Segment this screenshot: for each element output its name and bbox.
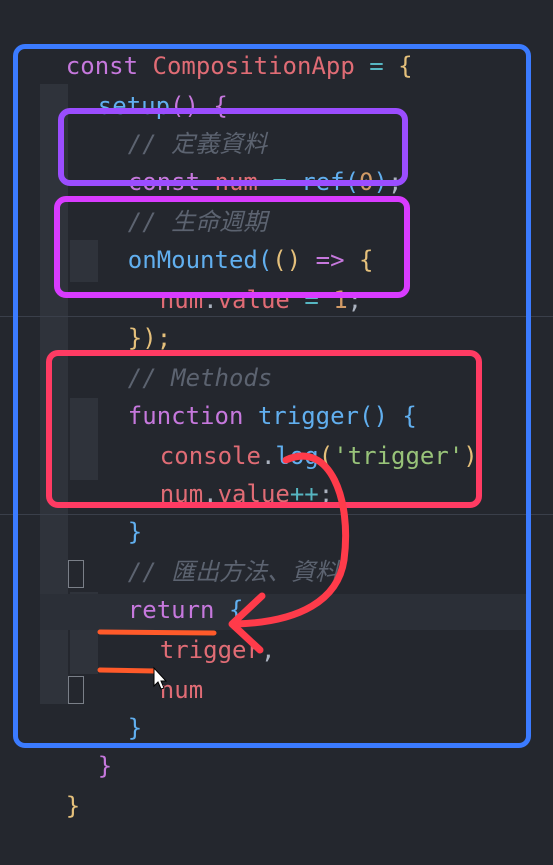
mouse-cursor-icon: [153, 666, 168, 690]
annotation-arrow-curve: [232, 452, 350, 628]
code-editor[interactable]: const CompositionApp = { setup() { // 定義…: [0, 0, 553, 820]
annotation-arrow-overlay: [97, 452, 350, 690]
brace: }: [65, 792, 81, 820]
annotation-underline-num: [97, 667, 157, 674]
annotation-underline-trigger: [97, 629, 217, 636]
